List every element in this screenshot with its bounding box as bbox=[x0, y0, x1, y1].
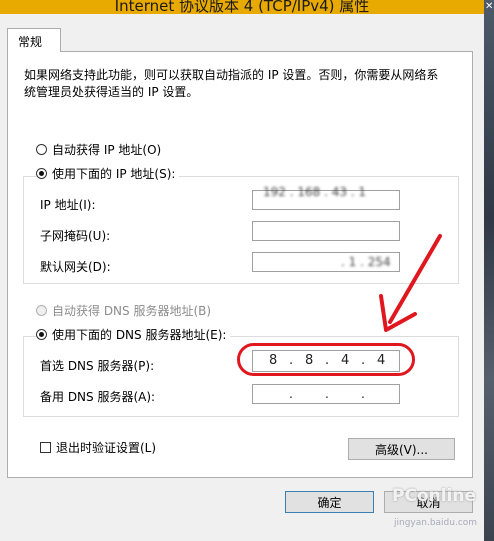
tab-general-label: 常规 bbox=[18, 35, 43, 49]
tab-general[interactable]: 常规 bbox=[7, 28, 61, 52]
validate-on-exit-label: 退出时验证设置(L) bbox=[56, 441, 157, 455]
validate-on-exit-checkbox[interactable]: 退出时验证设置(L) bbox=[40, 439, 156, 456]
validate-on-exit-box[interactable] bbox=[40, 442, 51, 453]
cancel-button[interactable]: 取消 bbox=[384, 491, 473, 513]
advanced-button[interactable]: 高级(V)... bbox=[348, 438, 455, 460]
ok-button[interactable]: 确定 bbox=[285, 491, 374, 513]
